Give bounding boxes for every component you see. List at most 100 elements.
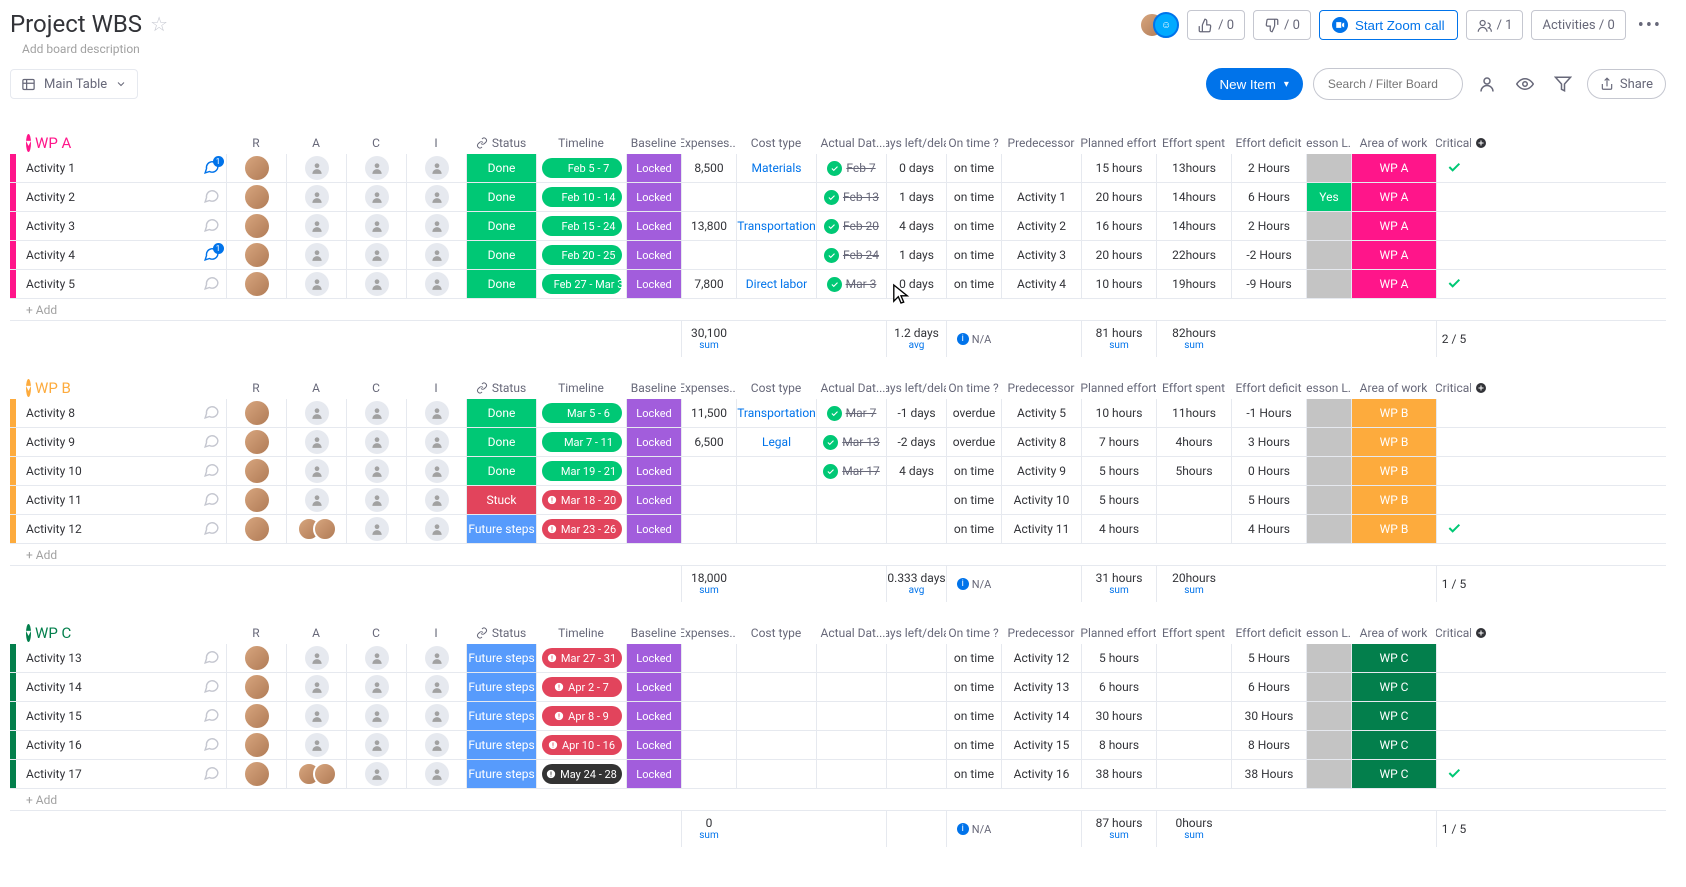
predecessor-cell[interactable]: Activity 11 [1001,515,1081,543]
col-a[interactable]: A [286,622,346,644]
person-avatar[interactable] [305,272,329,296]
person-avatar[interactable] [305,185,329,209]
expenses-cell[interactable]: 7,800 [681,270,736,298]
item-name[interactable]: Activity 4 [16,241,196,269]
cost-type-cell[interactable]: Legal [762,435,791,449]
star-icon[interactable]: ☆ [150,12,168,36]
actual-date-cell[interactable]: Feb 20 [816,212,886,240]
item-name[interactable]: Activity 16 [16,731,196,759]
ontime-cell[interactable]: on time [946,486,1001,514]
baseline-cell[interactable]: Locked [627,270,681,298]
status-cell[interactable]: Future steps [467,644,536,672]
spent-cell[interactable] [1156,486,1231,514]
deficit-cell[interactable]: 5 Hours [1231,644,1306,672]
days-cell[interactable] [886,515,946,543]
baseline-cell[interactable]: Locked [627,644,681,672]
person-avatar[interactable] [245,488,269,512]
lesson-cell[interactable] [1307,644,1351,672]
person-avatar[interactable] [305,704,329,728]
deficit-cell[interactable]: 4 Hours [1231,515,1306,543]
col-days[interactable]: days left/delay [886,377,946,399]
spent-cell[interactable] [1156,760,1231,788]
spent-cell[interactable]: 14hours [1156,212,1231,240]
col-pred[interactable]: Predecessor [1001,132,1081,154]
days-cell[interactable]: 4 days [886,457,946,485]
col-planned[interactable]: Planned effort [1081,377,1156,399]
table-row[interactable]: Activity 1 Done Feb 5 - 7 Locked 8,500 M… [10,154,1666,183]
critical-cell[interactable] [1436,673,1471,701]
area-cell[interactable]: WP A [1352,154,1436,182]
planned-cell[interactable]: 6 hours [1081,673,1156,701]
lesson-cell[interactable] [1307,673,1351,701]
col-status[interactable]: Status [466,377,536,399]
deficit-cell[interactable]: -9 Hours [1231,270,1306,298]
person-avatar[interactable] [425,733,449,757]
baseline-cell[interactable]: Locked [627,241,681,269]
col-lesson[interactable]: Lesson L... [1306,622,1351,644]
spent-cell[interactable] [1156,702,1231,730]
col-ontime[interactable]: On time ? [946,622,1001,644]
predecessor-cell[interactable]: Activity 9 [1001,457,1081,485]
days-cell[interactable] [886,760,946,788]
predecessor-cell[interactable]: Activity 15 [1001,731,1081,759]
col-critical[interactable]: Critical [1436,377,1471,399]
planned-cell[interactable]: 5 hours [1081,457,1156,485]
status-cell[interactable]: Future steps [467,673,536,701]
area-cell[interactable]: WP A [1352,241,1436,269]
expenses-cell[interactable] [681,241,736,269]
person-avatar[interactable] [245,646,269,670]
more-icon[interactable]: ••• [1634,15,1666,36]
chat-icon[interactable] [203,274,220,294]
actual-date-cell[interactable] [816,644,886,672]
lesson-cell[interactable] [1307,212,1351,240]
planned-cell[interactable]: 10 hours [1081,399,1156,427]
days-cell[interactable]: 4 days [886,212,946,240]
ontime-cell[interactable]: on time [946,760,1001,788]
person-avatar[interactable] [365,214,389,238]
spent-cell[interactable]: 19hours [1156,270,1231,298]
person-avatar[interactable] [313,762,337,786]
person-avatar[interactable] [305,156,329,180]
table-row[interactable]: Activity 4 Done Feb 20 - 25 Locked Feb 2… [10,241,1666,270]
area-cell[interactable]: WP B [1352,399,1436,427]
person-avatar[interactable] [425,762,449,786]
days-cell[interactable]: 1 days [886,241,946,269]
person-avatar[interactable] [425,401,449,425]
col-spent[interactable]: Effort spent [1156,622,1231,644]
col-critical[interactable]: Critical [1436,132,1471,154]
baseline-cell[interactable]: Locked [627,515,681,543]
col-status[interactable]: Status [466,622,536,644]
person-avatar[interactable] [245,762,269,786]
person-avatar[interactable] [425,214,449,238]
predecessor-cell[interactable]: Activity 13 [1001,673,1081,701]
actual-date-cell[interactable]: Mar 13 [816,428,886,456]
actual-date-cell[interactable]: Mar 17 [816,457,886,485]
person-avatar[interactable] [305,243,329,267]
col-c[interactable]: C [346,377,406,399]
person-avatar[interactable] [365,272,389,296]
col-r[interactable]: R [226,377,286,399]
status-cell[interactable]: Stuck [467,486,536,514]
deficit-cell[interactable]: 2 Hours [1231,154,1306,182]
lesson-cell[interactable] [1307,515,1351,543]
table-row[interactable]: Activity 8 Done Mar 5 - 6 Locked 11,500 … [10,399,1666,428]
actual-date-cell[interactable]: Mar 3 [816,270,886,298]
col-expenses[interactable]: Expenses... [681,132,736,154]
expenses-cell[interactable]: 6,500 [681,428,736,456]
cost-type-cell[interactable]: Transportation [737,219,816,233]
group-collapse-toggle[interactable]: ▾ [26,624,31,642]
person-avatar[interactable] [305,646,329,670]
chat-icon[interactable] [203,490,220,510]
table-row[interactable]: Activity 16 Future steps Apr 10 - 16 Loc… [10,731,1666,760]
critical-cell[interactable] [1436,270,1471,298]
person-avatar[interactable] [425,646,449,670]
group-collapse-toggle[interactable]: ▾ [26,379,31,397]
col-deficit[interactable]: Effort deficit [1231,377,1306,399]
predecessor-cell[interactable]: Activity 3 [1001,241,1081,269]
actual-date-cell[interactable] [816,486,886,514]
person-avatar[interactable] [425,185,449,209]
days-cell[interactable]: -2 days [886,428,946,456]
col-a[interactable]: A [286,132,346,154]
chat-icon[interactable] [203,245,220,265]
baseline-cell[interactable]: Locked [627,673,681,701]
